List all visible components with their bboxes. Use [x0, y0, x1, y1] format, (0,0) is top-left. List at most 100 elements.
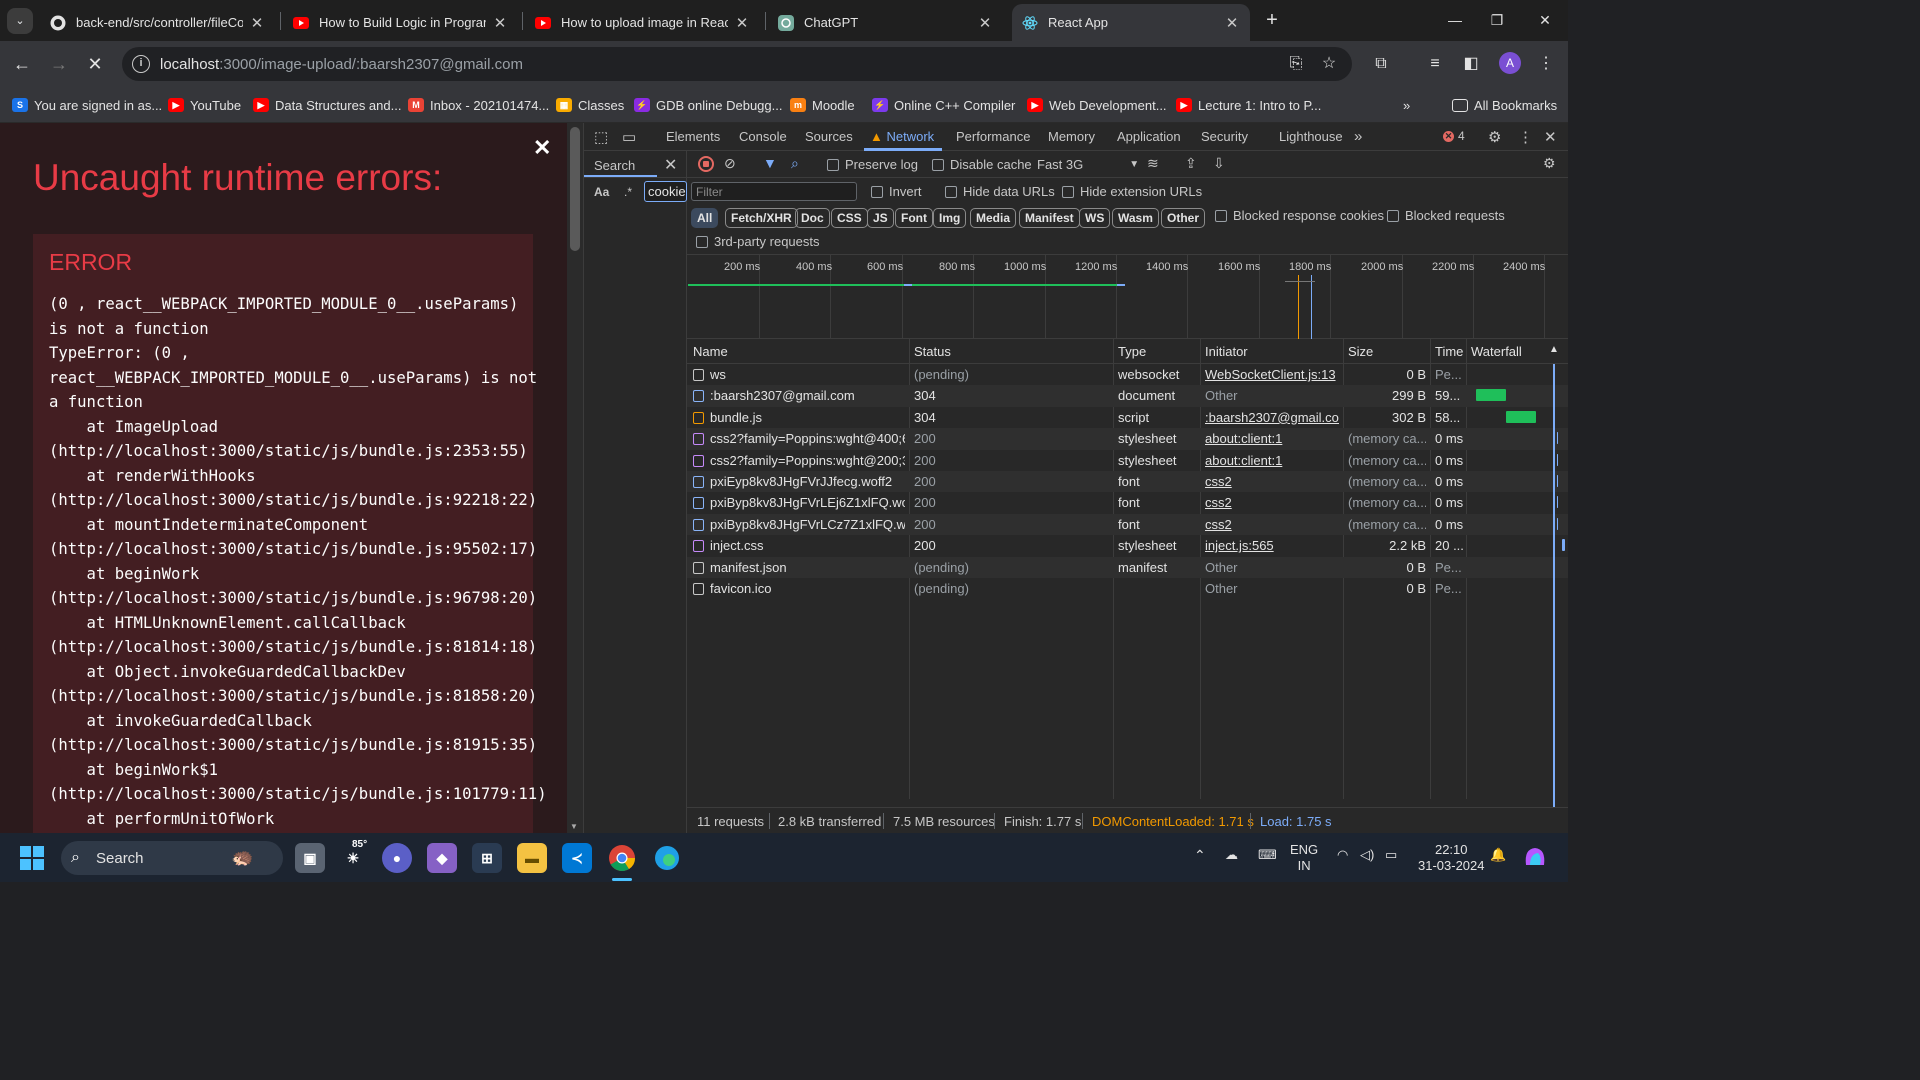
all-bookmarks-button[interactable]: All Bookmarks [1452, 95, 1557, 115]
inspect-element-icon[interactable]: ⬚ [594, 128, 608, 146]
extensions-icon[interactable]: ⧉ [1370, 53, 1392, 75]
vscode-icon[interactable]: ≺ [562, 843, 592, 873]
third-party-checkbox[interactable]: 3rd-party requests [696, 234, 820, 249]
search-tab[interactable]: Search ✕ [584, 151, 687, 178]
tab-react-app[interactable]: React App ✕ [1012, 4, 1250, 41]
chrome-icon[interactable] [607, 843, 637, 873]
type-filter-other[interactable]: Other [1161, 208, 1206, 228]
device-toolbar-icon[interactable]: ▭ [622, 128, 636, 146]
network-settings-icon[interactable]: ⚙ [1543, 155, 1556, 172]
col-waterfall[interactable]: Waterfall [1471, 344, 1522, 359]
disable-cache-checkbox[interactable]: Disable cache [932, 157, 1032, 172]
type-filter-img[interactable]: Img [933, 208, 967, 228]
request-initiator[interactable]: about:client:1 [1205, 453, 1339, 468]
bookmark-star-icon[interactable]: ☆ [1318, 53, 1340, 75]
search-input[interactable]: cookie [644, 181, 687, 202]
export-har-icon[interactable]: ⇩ [1213, 155, 1225, 172]
record-icon[interactable] [698, 156, 714, 172]
edge-icon[interactable] [652, 843, 682, 873]
hide-data-urls-checkbox[interactable]: Hide data URLs [945, 184, 1055, 199]
stop-loading-button[interactable]: ✕ [82, 51, 108, 77]
regex-toggle[interactable]: .* [624, 185, 632, 199]
col-status[interactable]: Status [914, 344, 951, 359]
menu-kebab-icon[interactable]: ⋮ [1535, 53, 1557, 75]
request-initiator[interactable]: :baarsh2307@gmail.co... [1205, 410, 1339, 425]
clear-icon[interactable]: ⊘ [724, 155, 736, 172]
install-app-icon[interactable]: ⎘ [1285, 53, 1307, 75]
bookmark-item[interactable]: ▦ Classes [556, 95, 624, 115]
request-row[interactable]: css2?family=Poppins:wght@400;6... 200 styl… [687, 428, 1568, 450]
tab-network[interactable]: ▲ Network [870, 129, 934, 144]
request-initiator[interactable]: inject.js:565 [1205, 538, 1339, 553]
tab-search-button[interactable]: ⌄ [0, 0, 40, 41]
type-filter-media[interactable]: Media [970, 208, 1017, 228]
more-bookmarks-icon[interactable]: » [1403, 95, 1410, 115]
forward-button[interactable]: → [46, 51, 72, 77]
tab-youtube-logic[interactable]: How to Build Logic in Programm ✕ [283, 4, 518, 41]
blocked-requests-checkbox[interactable]: Blocked requests [1387, 208, 1505, 223]
scroll-down-icon[interactable]: ▼ [570, 822, 578, 831]
bookmark-item[interactable]: M Inbox - 202101474... [408, 95, 549, 115]
close-icon[interactable]: ✕ [533, 135, 551, 161]
throttle-select[interactable]: Fast 3G ▼ [1037, 157, 1139, 172]
notification-bell-icon[interactable]: 🔔 [1490, 847, 1506, 863]
tab-sources[interactable]: Sources [805, 129, 853, 144]
tab-elements[interactable]: Elements [666, 129, 720, 144]
close-tab-icon[interactable]: ✕ [977, 14, 993, 32]
request-row[interactable]: ws (pending) websocket WebSocketClient.js:1… [687, 364, 1568, 385]
tab-performance[interactable]: Performance [956, 129, 1030, 144]
invert-checkbox[interactable]: Invert [871, 184, 922, 199]
close-devtools-icon[interactable]: ✕ [1544, 128, 1557, 146]
overlay-scrollbar[interactable]: ▼ [567, 123, 583, 833]
type-filter-all[interactable]: All [691, 208, 719, 228]
media-controls-icon[interactable]: ≡ [1424, 53, 1446, 75]
task-view-icon[interactable]: ▣ [295, 843, 325, 873]
close-window-button[interactable]: ✕ [1530, 8, 1560, 32]
type-filter-css[interactable]: CSS [831, 208, 868, 228]
language-indicator[interactable]: ENG IN [1290, 842, 1318, 874]
network-overview[interactable]: 200 ms 400 ms 600 ms 800 ms 1000 ms 1200… [687, 255, 1568, 339]
url-text[interactable]: localhost:3000/image-upload/:baarsh2307@… [160, 56, 523, 73]
scrollbar-thumb[interactable] [570, 127, 580, 251]
filter-icon[interactable]: ▼ [763, 155, 777, 171]
bookmark-item[interactable]: m Moodle [790, 95, 855, 115]
tab-security[interactable]: Security [1201, 129, 1248, 144]
network-conditions-icon[interactable]: ≋ [1147, 155, 1159, 172]
profile-avatar[interactable]: A [1499, 52, 1521, 74]
tab-memory[interactable]: Memory [1048, 129, 1095, 144]
tab-chatgpt[interactable]: ChatGPT ✕ [768, 4, 1003, 41]
filter-input[interactable]: Filter [691, 182, 857, 201]
blocked-cookies-checkbox[interactable]: Blocked response cookies [1215, 208, 1384, 223]
match-case-toggle[interactable]: Aa [594, 185, 609, 199]
minimize-button[interactable]: — [1440, 8, 1470, 32]
type-filter-font[interactable]: Font [895, 208, 933, 228]
type-filter-ws[interactable]: WS [1079, 208, 1111, 228]
type-filter-wasm[interactable]: Wasm [1112, 208, 1159, 228]
tab-console[interactable]: Console [739, 129, 787, 144]
request-initiator[interactable]: css2 [1205, 495, 1339, 510]
col-size[interactable]: Size [1348, 344, 1373, 359]
restore-button[interactable]: ❐ [1482, 8, 1512, 32]
request-initiator[interactable]: css2 [1205, 474, 1339, 489]
type-filter-manifest[interactable]: Manifest [1019, 208, 1080, 228]
close-tab-icon[interactable]: ✕ [249, 14, 265, 32]
request-initiator[interactable]: css2 [1205, 517, 1339, 532]
bookmark-item[interactable]: ▶ Data Structures and... [253, 95, 401, 115]
settings-gear-icon[interactable]: ⚙ [1488, 128, 1501, 146]
site-info-icon[interactable]: i [132, 55, 150, 73]
request-row[interactable]: css2?family=Poppins:wght@200;3... 200 styl… [687, 450, 1568, 471]
request-row[interactable]: pxiByp8kv8JHgFVrLEj6Z1xlFQ.woff2 200 font c… [687, 492, 1568, 513]
col-type[interactable]: Type [1118, 344, 1146, 359]
tab-lighthouse[interactable]: Lighthouse [1279, 129, 1343, 144]
close-search-icon[interactable]: ✕ [664, 155, 677, 175]
request-row[interactable]: bundle.js 304 script:baarsh2307@gmail.co..… [687, 407, 1568, 428]
type-filter-fetch[interactable]: Fetch/XHR [725, 208, 798, 228]
weather-icon[interactable]: ☀ 85° [338, 839, 368, 873]
tab-github[interactable]: back-end/src/controller/fileCon ✕ [40, 4, 275, 41]
col-name[interactable]: Name [693, 344, 728, 359]
volume-icon[interactable]: ◁) [1360, 847, 1374, 863]
wifi-icon[interactable]: ◠ [1337, 847, 1348, 863]
microsoft-store-icon[interactable]: ⊞ [472, 843, 502, 873]
file-explorer-icon[interactable]: ▬ [517, 843, 547, 873]
request-initiator[interactable]: about:client:1 [1205, 431, 1339, 446]
